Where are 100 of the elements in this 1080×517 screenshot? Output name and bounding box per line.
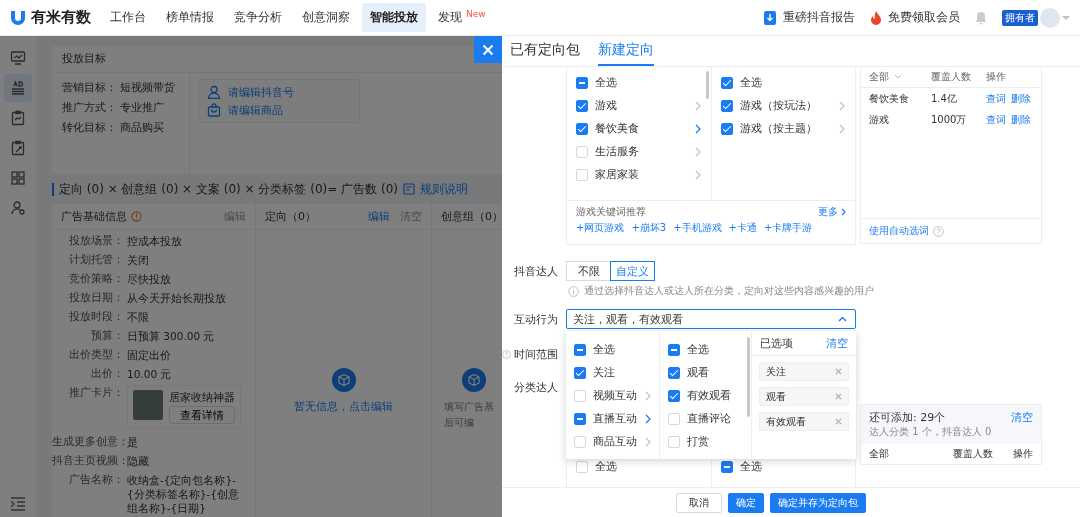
segment-option[interactable]: 不限: [566, 261, 611, 281]
checkbox[interactable]: [576, 99, 588, 112]
close-icon[interactable]: [835, 393, 842, 400]
box-icon: [331, 368, 356, 392]
option-label[interactable]: 商品互动: [593, 434, 638, 449]
row-action-link[interactable]: 查词: [986, 112, 1006, 127]
tag-label: 关注: [766, 364, 786, 379]
option-label[interactable]: 全选: [739, 75, 845, 90]
checkbox[interactable]: [720, 460, 733, 473]
chevron-right-icon[interactable]: [839, 100, 845, 111]
checkbox[interactable]: [576, 122, 588, 135]
option-label[interactable]: 全选: [595, 75, 701, 90]
option-label[interactable]: 直播评论: [687, 411, 743, 426]
option-label[interactable]: 直播互动: [593, 411, 638, 426]
nav-tab[interactable]: 创意洞察: [294, 3, 358, 32]
checkbox[interactable]: [720, 122, 733, 135]
row-action-link[interactable]: 删除: [1011, 91, 1031, 106]
checkbox[interactable]: [574, 343, 586, 356]
view-details-button[interactable]: 查看详情: [169, 406, 235, 424]
checkbox[interactable]: [720, 99, 733, 112]
clear-link[interactable]: 清空: [826, 335, 848, 351]
empty-hint: 后可编: [444, 416, 474, 430]
chevron-right-icon[interactable]: [645, 390, 651, 401]
option-label[interactable]: 游戏: [595, 98, 688, 113]
keyword-link[interactable]: +卡通: [728, 221, 757, 235]
more-link[interactable]: 更多: [818, 205, 846, 219]
chevron-right-icon[interactable]: [694, 169, 701, 180]
report-link[interactable]: 重磅抖音报告: [762, 9, 855, 26]
chevron-right-icon[interactable]: [645, 413, 651, 424]
nav-tab[interactable]: 智能投放: [362, 3, 426, 32]
chevron-right-icon[interactable]: [839, 123, 845, 134]
drawer-tab[interactable]: 已有定向包: [510, 36, 580, 66]
sidebar-item[interactable]: [4, 74, 32, 102]
close-icon[interactable]: [835, 418, 842, 425]
bag-icon: [207, 103, 221, 117]
keyword-link[interactable]: +卡牌手游: [763, 221, 813, 235]
scrollbar[interactable]: [705, 71, 709, 99]
option-label[interactable]: 全选: [593, 342, 651, 357]
form-label: 时间范围: [514, 346, 558, 362]
nav-tab[interactable]: 工作台: [102, 3, 154, 32]
drawer-tab[interactable]: 新建定向: [598, 36, 654, 66]
scrollbar[interactable]: [747, 337, 750, 417]
option-label[interactable]: 游戏（按主题）: [739, 121, 832, 136]
chevron-right-icon[interactable]: [694, 100, 701, 111]
grid-icon: [10, 170, 26, 186]
auto-select-link[interactable]: 使用自动选词: [869, 224, 929, 238]
collapse-icon[interactable]: [10, 497, 26, 511]
field-label: 投放时段：: [68, 309, 124, 325]
row-action-link[interactable]: 查词: [986, 91, 1006, 106]
remaining-count: 还可添加: 29个: [869, 410, 946, 425]
option-label[interactable]: 观看: [687, 365, 743, 380]
membership-link[interactable]: 免费领取会员: [869, 9, 960, 26]
select-field[interactable]: 关注，观看，有效观看: [566, 309, 856, 329]
segment-option[interactable]: 自定义: [610, 261, 655, 281]
column-header[interactable]: 全部: [869, 70, 889, 84]
nav-tab[interactable]: 榜单情报: [158, 3, 222, 32]
field-value: 固定出价: [127, 348, 172, 362]
close-icon[interactable]: [835, 368, 842, 375]
keyword-link[interactable]: +手机游戏: [673, 221, 722, 235]
keyword-link[interactable]: +网页游戏: [576, 221, 625, 235]
option-label[interactable]: 游戏（按玩法）: [739, 98, 832, 113]
footer-button[interactable]: 取消: [676, 492, 722, 513]
tag-label: 观看: [766, 389, 786, 404]
keyword-link[interactable]: +崩坏3: [631, 221, 667, 235]
close-button[interactable]: [474, 36, 502, 63]
option-label[interactable]: 生活服务: [595, 144, 688, 159]
checkbox[interactable]: [668, 343, 680, 356]
option-label[interactable]: 全选: [687, 342, 743, 357]
download-icon: [762, 9, 778, 26]
chevron-right-icon[interactable]: [694, 123, 701, 134]
person-icon: [207, 85, 221, 99]
checkbox[interactable]: [668, 366, 680, 379]
option-label[interactable]: 全选: [739, 459, 845, 474]
checkbox[interactable]: [668, 389, 680, 402]
field-label: 投放日期：: [68, 290, 124, 306]
option-label[interactable]: 视频互动: [593, 388, 638, 403]
column-title: 广告基础信息: [61, 209, 127, 224]
chevron-down-icon[interactable]: [894, 74, 902, 80]
chevron-right-icon[interactable]: [645, 436, 651, 447]
formula-text: 定向 (0) × 创意组 (0) × 文案 (0) × 分类标签 (0)= 广告数 (0): [59, 180, 398, 198]
field-value: 不限: [127, 310, 150, 324]
checkbox[interactable]: [574, 412, 586, 425]
option-label[interactable]: 打赏: [687, 434, 743, 449]
option-label[interactable]: 家居家装: [595, 167, 688, 182]
caret-icon[interactable]: [1062, 14, 1070, 21]
nav-tab[interactable]: 竞争分析: [226, 3, 290, 32]
field-label: 推广卡片：: [68, 385, 124, 401]
row-action-link[interactable]: 删除: [1011, 112, 1031, 127]
bell-icon[interactable]: [974, 10, 988, 25]
clear-link[interactable]: 清空: [1011, 410, 1033, 425]
footer-button[interactable]: 确定: [728, 492, 764, 513]
chevron-right-icon[interactable]: [694, 146, 701, 157]
option-label[interactable]: 有效观看: [687, 388, 743, 403]
option-label[interactable]: 关注: [593, 365, 651, 380]
checkbox[interactable]: [720, 76, 733, 89]
option-label[interactable]: 全选: [595, 459, 701, 474]
checkbox[interactable]: [574, 366, 586, 379]
checkbox[interactable]: [576, 76, 588, 89]
option-label[interactable]: 餐饮美食: [595, 121, 688, 136]
footer-button[interactable]: 确定并存为定向包: [770, 492, 866, 513]
